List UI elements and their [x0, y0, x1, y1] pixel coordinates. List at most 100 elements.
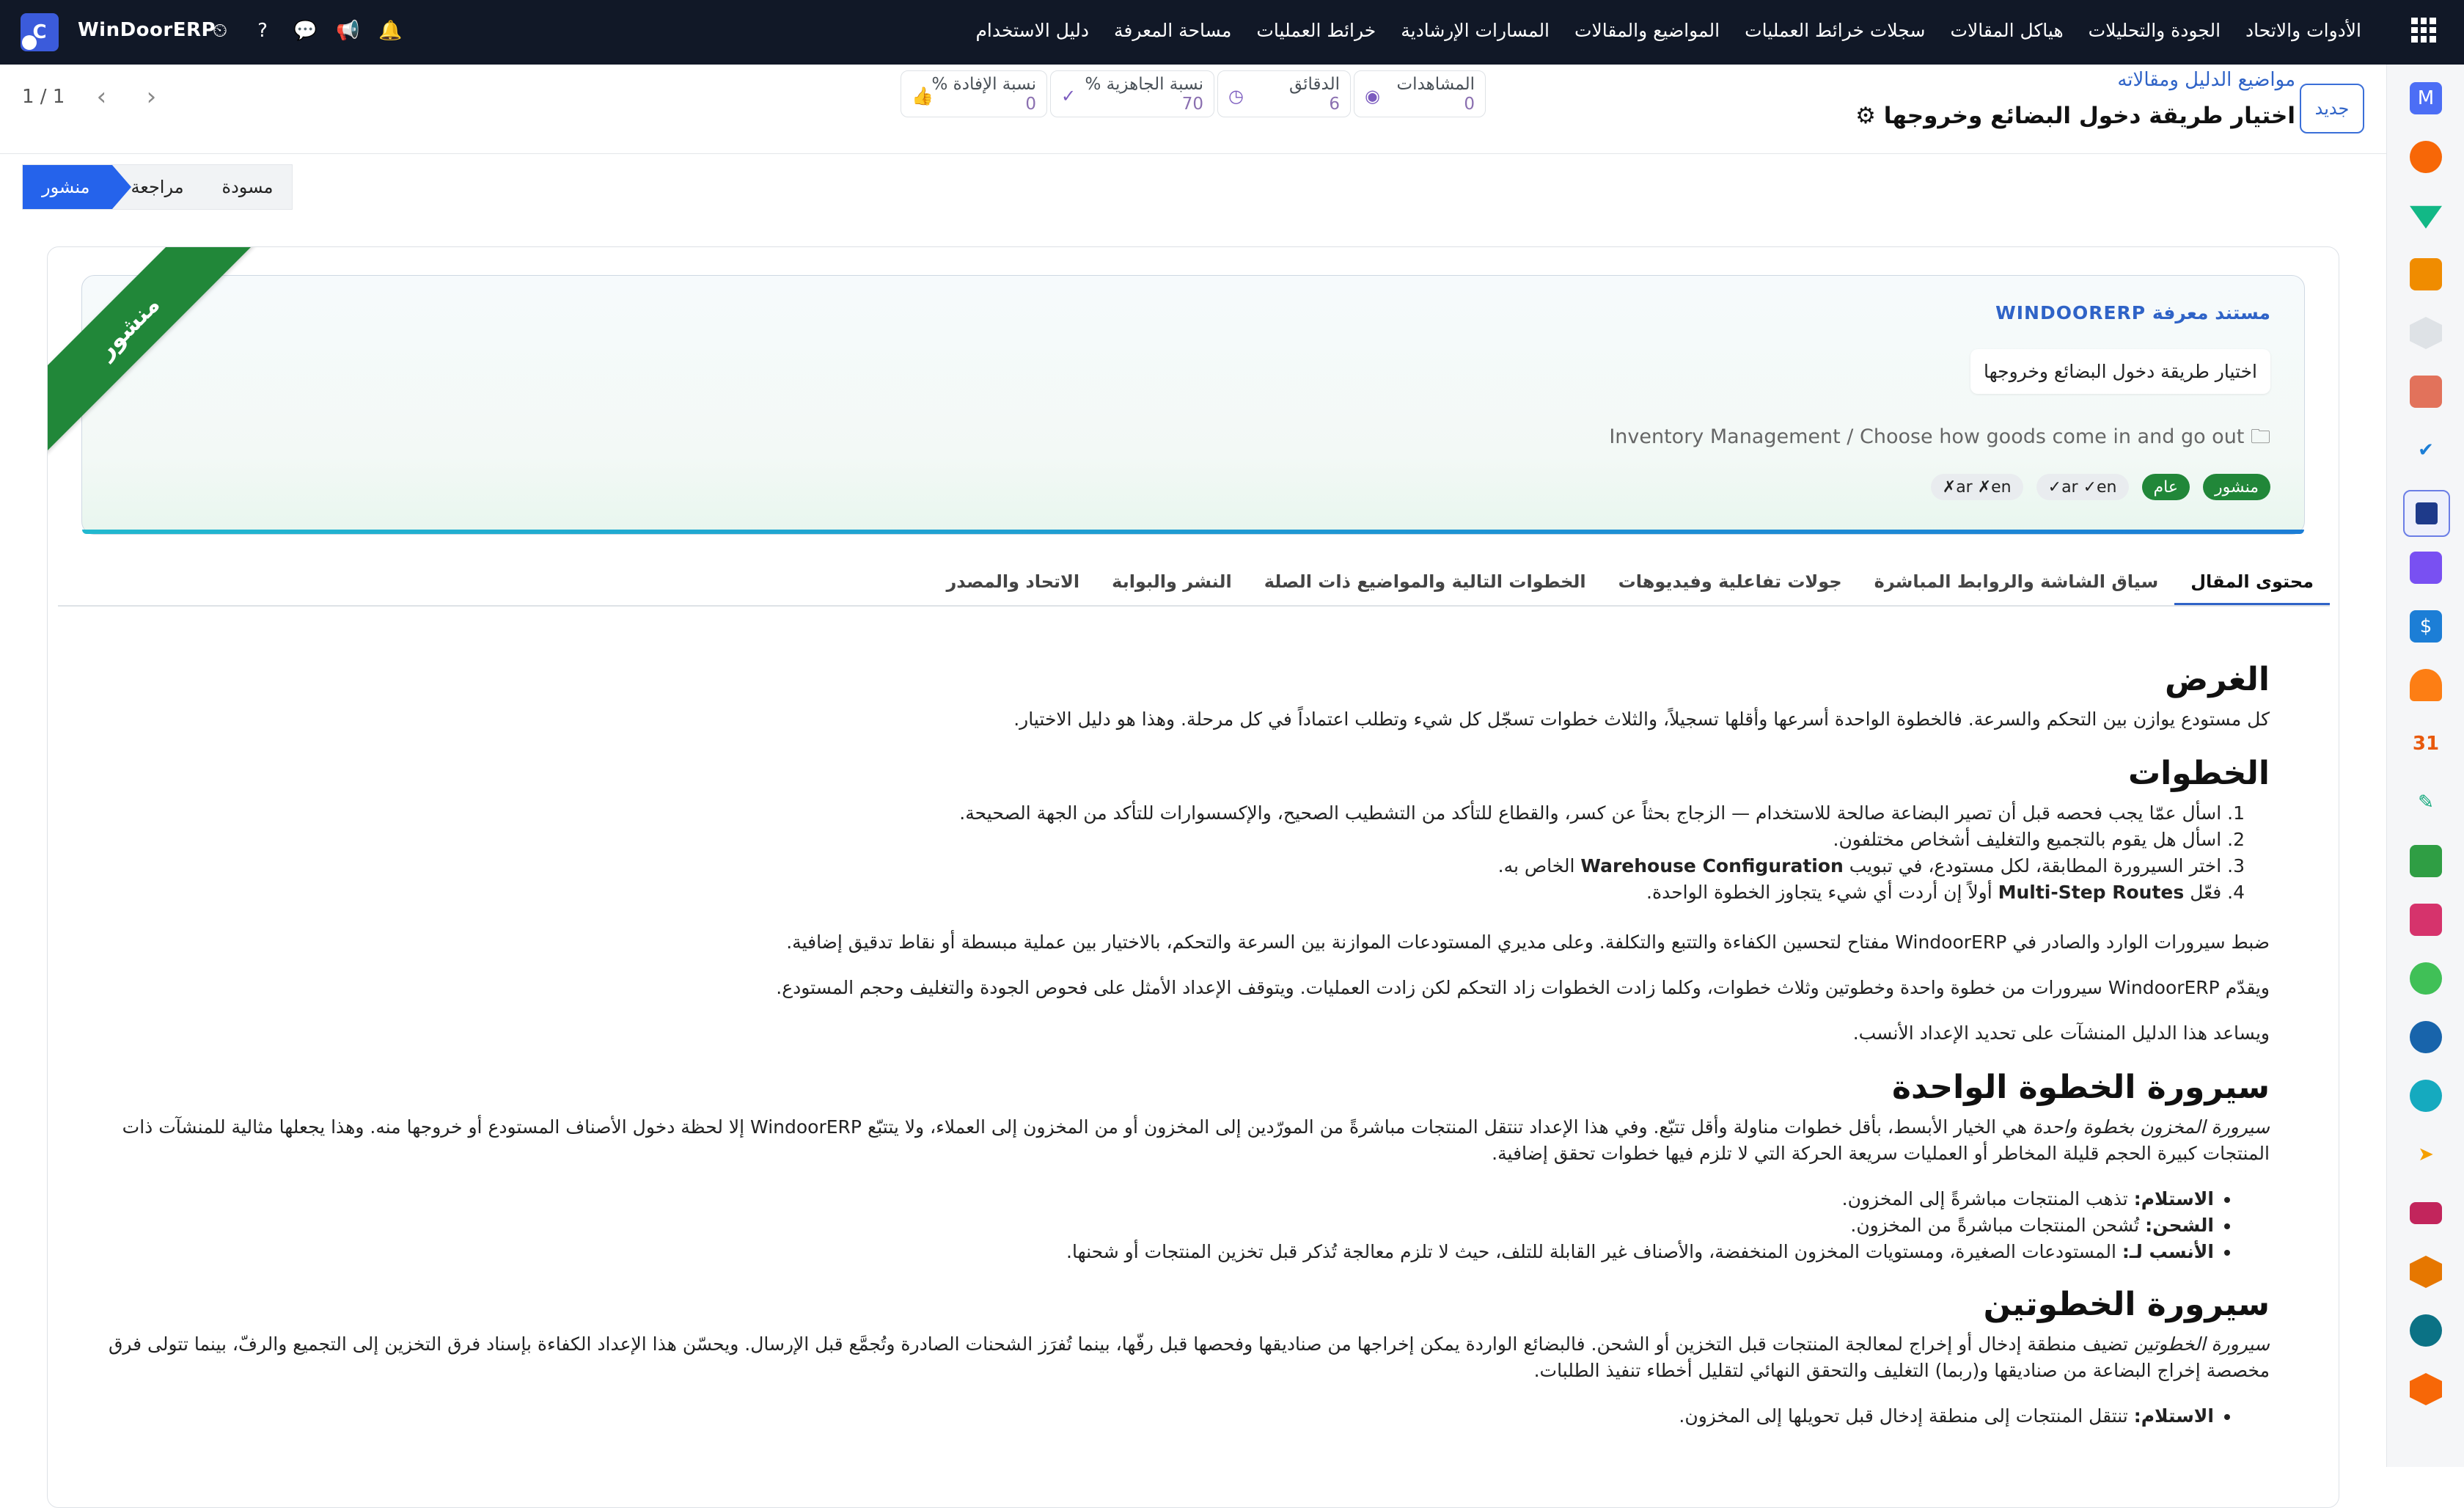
hero-card: مستند معرفة WINDOORERP اختيار طريقة دخول… — [81, 275, 2305, 535]
app-calendar-icon[interactable]: 31 — [2410, 728, 2442, 760]
app-employees-icon[interactable] — [2410, 845, 2442, 877]
tab-tours-videos[interactable]: جولات تفاعلية وفيديوهات — [1602, 558, 1858, 605]
check-circle-icon: ✓ — [1061, 86, 1077, 106]
clock-icon[interactable]: ⏲ — [208, 18, 232, 44]
app-website-icon[interactable] — [2410, 1080, 2442, 1112]
hero-tags: منشور عام ar ✓en✓ ar ✗en✗ — [1930, 474, 2270, 500]
clock-icon: ◷ — [1228, 86, 1244, 106]
tag-public: عام — [2141, 474, 2190, 500]
menu-item-knowledge[interactable]: مساحة المعرفة — [1114, 18, 1231, 44]
tab-federation[interactable]: الاتحاد والمصدر — [930, 558, 1096, 605]
tab-screen-context[interactable]: سياق الشاشة والروابط المباشرة — [1858, 558, 2175, 605]
app-grid-icon[interactable] — [2411, 18, 2436, 43]
list-item: الاستلام: تذهب المنتجات مباشرةً إلى المخ… — [99, 1186, 2214, 1212]
menu-item-guide[interactable]: دليل الاستخدام — [975, 18, 1089, 44]
bell-icon[interactable]: 🔔 — [378, 18, 402, 44]
app-whatsapp-icon[interactable] — [2410, 962, 2442, 995]
app-contacts-icon[interactable] — [2410, 376, 2442, 408]
one-step-paragraph: سيرورة المخزون بخطوة واحدة هي الخيار الأ… — [122, 1116, 2270, 1164]
thumbs-up-icon: 👍 — [912, 86, 934, 106]
app-send-icon[interactable]: ➤ — [2410, 1138, 2442, 1171]
menu-item-topics[interactable]: المواضيع والمقالات — [1574, 18, 1720, 44]
menu-item-quality[interactable]: الجودة والتحليلات — [2089, 18, 2221, 44]
app-check-icon[interactable]: ✔ — [2410, 434, 2442, 466]
app-box-icon[interactable] — [2410, 552, 2442, 584]
app-bank-icon[interactable] — [2410, 1202, 2442, 1224]
record-title: اختيار طريقة دخول البضائع وخروجها ⚙ — [1855, 103, 2295, 129]
stat-views[interactable]: المشاهدات 0 ◉ — [1354, 70, 1486, 117]
purpose-paragraph: كل مستودع يوازن بين التحكم والسرعة. فالخ… — [1013, 709, 2270, 730]
app-addon-icon[interactable] — [2410, 1373, 2442, 1405]
app-discuss-icon[interactable] — [2410, 141, 2442, 173]
folder-icon: 🗀 — [2251, 425, 2270, 448]
chat-icon[interactable]: 💬 — [293, 18, 317, 44]
stat-helpfulness[interactable]: نسبة الإفادة % 0 👍 — [901, 70, 1047, 117]
list-item: 4. فعّل Multi-Step Routes أولاً إن أردت … — [1646, 882, 2245, 903]
list-item: الأنسب لـ: المستودعات الصغيرة، ومستويات … — [99, 1239, 2214, 1265]
app-name[interactable]: WinDoorERP — [78, 19, 216, 41]
main-menu: دليل الاستخدام مساحة المعرفة خرائط العمل… — [975, 18, 2361, 44]
hero-accent-bar — [82, 530, 2304, 534]
app-launcher-bar: M ✔ $ 31 ✎ ➤ — [2386, 65, 2464, 1467]
app-mail-icon[interactable]: M — [2410, 82, 2442, 114]
stat-readiness[interactable]: نسبة الجاهزية % 70 ✓ — [1050, 70, 1214, 117]
pager-prev-icon[interactable]: › — [138, 82, 164, 111]
status-published[interactable]: منشور — [23, 165, 131, 209]
article-body[interactable]: الغرض كل مستودع يوازن بين التحكم والسرعة… — [99, 658, 2270, 1447]
steps-list: 1. اسأل عمّا يجب فحصه قبل أن تصير البضاع… — [99, 800, 2245, 906]
tab-next-steps[interactable]: الخطوات التالية والمواضيع ذات الصلة — [1248, 558, 1602, 605]
app-reports-icon[interactable] — [2410, 258, 2442, 290]
stat-minutes[interactable]: الدقائق 6 ◷ — [1217, 70, 1351, 117]
app-dollar-icon[interactable]: $ — [2410, 610, 2442, 643]
gear-icon[interactable]: ⚙ — [1855, 103, 1876, 129]
app-timer-icon[interactable] — [2410, 1021, 2442, 1053]
pager-value[interactable]: 1 / 1 — [22, 86, 65, 108]
app-logo[interactable]: C — [21, 13, 59, 51]
control-panel: 1 / 1 ‹ › نسبة الإفادة % 0 👍 نسبة الجاهز… — [0, 65, 2386, 154]
menu-item-tools[interactable]: الأدوات والاتحاد — [2245, 18, 2361, 44]
heading-one-step: سيرورة الخطوة الواحدة — [1891, 1069, 2270, 1106]
app-module-icon[interactable] — [2410, 1256, 2442, 1288]
two-step-paragraph: سيرورة الخطوتين تضيف منطقة إدخال أو إخرا… — [108, 1333, 2270, 1381]
paragraph: ويساعد هذا الدليل المنشآت على تحديد الإع… — [1852, 1022, 2270, 1044]
app-inventory-icon[interactable] — [2410, 317, 2442, 349]
two-step-list: الاستلام: تنتقل المنتجات إلى منطقة إدخال… — [99, 1403, 2233, 1430]
help-icon[interactable]: ? — [251, 18, 274, 44]
app-team-icon[interactable] — [2410, 669, 2442, 701]
heading-two-step: سيرورة الخطوتين — [1983, 1286, 2270, 1323]
app-knowledge-icon[interactable] — [2403, 490, 2450, 537]
tab-publishing[interactable]: النشر والبوابة — [1096, 558, 1248, 605]
menu-item-article-templates[interactable]: هياكل المقالات — [1950, 18, 2063, 44]
systray: ⏲ ? 💬 📢 🔔 — [208, 18, 403, 44]
status-bar: منشور مراجعة مسودة — [22, 164, 293, 210]
app-crm-icon[interactable] — [2410, 205, 2442, 229]
tab-article-content[interactable]: محتوى المقال — [2174, 558, 2330, 605]
heading-steps: الخطوات — [2127, 755, 2270, 792]
menu-item-guided-paths[interactable]: المسارات الإرشادية — [1401, 18, 1550, 44]
list-item: الاستلام: تنتقل المنتجات إلى منطقة إدخال… — [99, 1403, 2214, 1430]
paragraph: ضبط سيرورات الوارد والصادر في WindoorERP… — [786, 931, 2270, 953]
list-item: الشحن: تُشحن المنتجات مباشرةً من المخزون… — [99, 1212, 2214, 1239]
hero-path: 🗀 Inventory Management / Choose how good… — [1609, 425, 2270, 448]
new-button[interactable]: جديد — [2300, 84, 2364, 133]
menu-item-process-maps[interactable]: خرائط العمليات — [1256, 18, 1376, 44]
paragraph: ويقدّم WindoorERP سيرورات من خطوة واحدة … — [776, 977, 2270, 998]
status-draft[interactable]: مسودة — [203, 165, 293, 209]
app-chart-icon[interactable] — [2410, 1314, 2442, 1347]
megaphone-icon[interactable]: 📢 — [336, 18, 359, 44]
list-item: 1. اسأل عمّا يجب فحصه قبل أن تصير البضاع… — [959, 802, 2245, 824]
hero-summary: اختيار طريقة دخول البضائع وخروجها — [1970, 349, 2270, 394]
notebook-tabs: محتوى المقال سياق الشاشة والروابط المباش… — [58, 558, 2330, 607]
pager-next-icon[interactable]: ‹ — [88, 82, 114, 111]
one-step-list: الاستلام: تذهب المنتجات مباشرةً إلى المخ… — [99, 1186, 2233, 1265]
breadcrumb[interactable]: مواضيع الدليل ومقالاته — [2117, 69, 2295, 91]
top-navbar: C WinDoorERP ⏲ ? 💬 📢 🔔 دليل الاستخدام مس… — [0, 0, 2464, 65]
hero-kicker: مستند معرفة WINDOORERP — [1995, 302, 2270, 323]
app-dashboard-icon[interactable] — [2410, 904, 2442, 936]
menu-item-map-records[interactable]: سجلات خرائط العمليات — [1745, 18, 1925, 44]
pager: 1 / 1 ‹ › — [22, 82, 164, 111]
tag-lang-ok: ar ✓en✓ — [2036, 474, 2129, 500]
eye-icon: ◉ — [1365, 86, 1380, 106]
form-sheet: منشور مستند معرفة WINDOORERP اختيار طريق… — [47, 246, 2339, 1508]
app-sign-icon[interactable]: ✎ — [2410, 786, 2442, 819]
